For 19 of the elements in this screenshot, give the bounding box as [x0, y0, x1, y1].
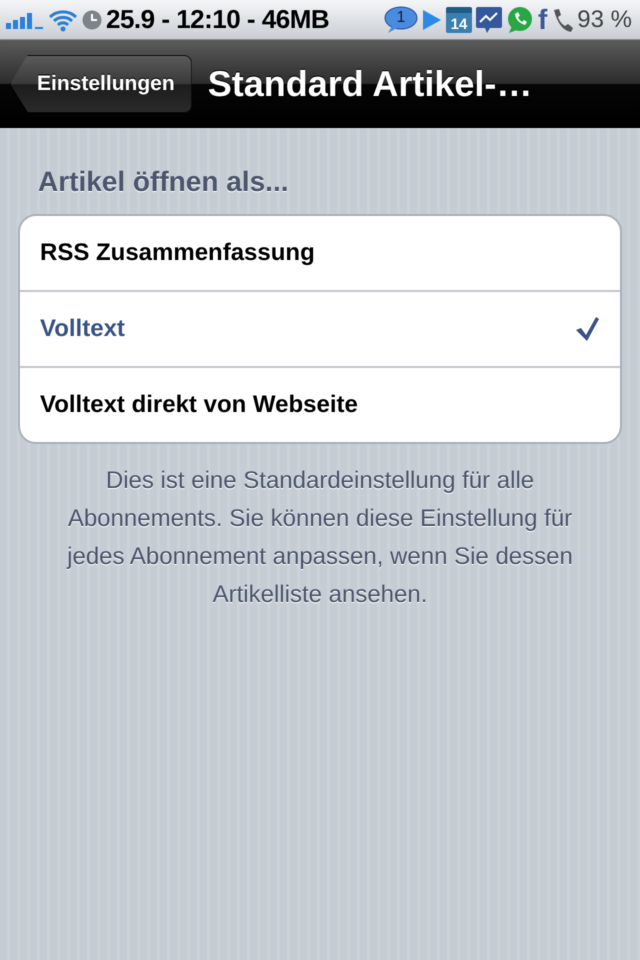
chat-icon	[476, 6, 502, 34]
clock-icon	[82, 10, 102, 30]
calendar-icon: 14	[446, 6, 472, 32]
option-row[interactable]: Volltext	[20, 290, 620, 366]
wifi-icon	[48, 8, 78, 32]
phone-bubble-icon	[506, 6, 534, 34]
section-footer: Dies ist eine Standardeinstellung für alle Abonnements. Sie können diese Einstellung für jedes Abonnement anpassen, wenn Sie dessen Artikelliste ansehen.	[38, 462, 602, 614]
battery-percentage: 93 %	[577, 6, 632, 34]
option-row[interactable]: RSS Zusammenfassung	[20, 216, 620, 290]
phone-icon	[551, 8, 574, 32]
facebook-icon: f	[538, 4, 548, 36]
option-row[interactable]: Volltext direkt von Webseite	[20, 366, 620, 442]
nav-title: Standard Artikel-…	[208, 62, 532, 104]
signal-icon	[6, 10, 44, 28]
status-info: 25.9 - 12:10 - 46MB	[106, 4, 330, 35]
back-button[interactable]: Einstellungen	[10, 54, 192, 112]
checkmark-icon	[574, 316, 600, 342]
section-header: Artikel öffnen als...	[38, 166, 290, 198]
play-icon	[422, 8, 442, 30]
